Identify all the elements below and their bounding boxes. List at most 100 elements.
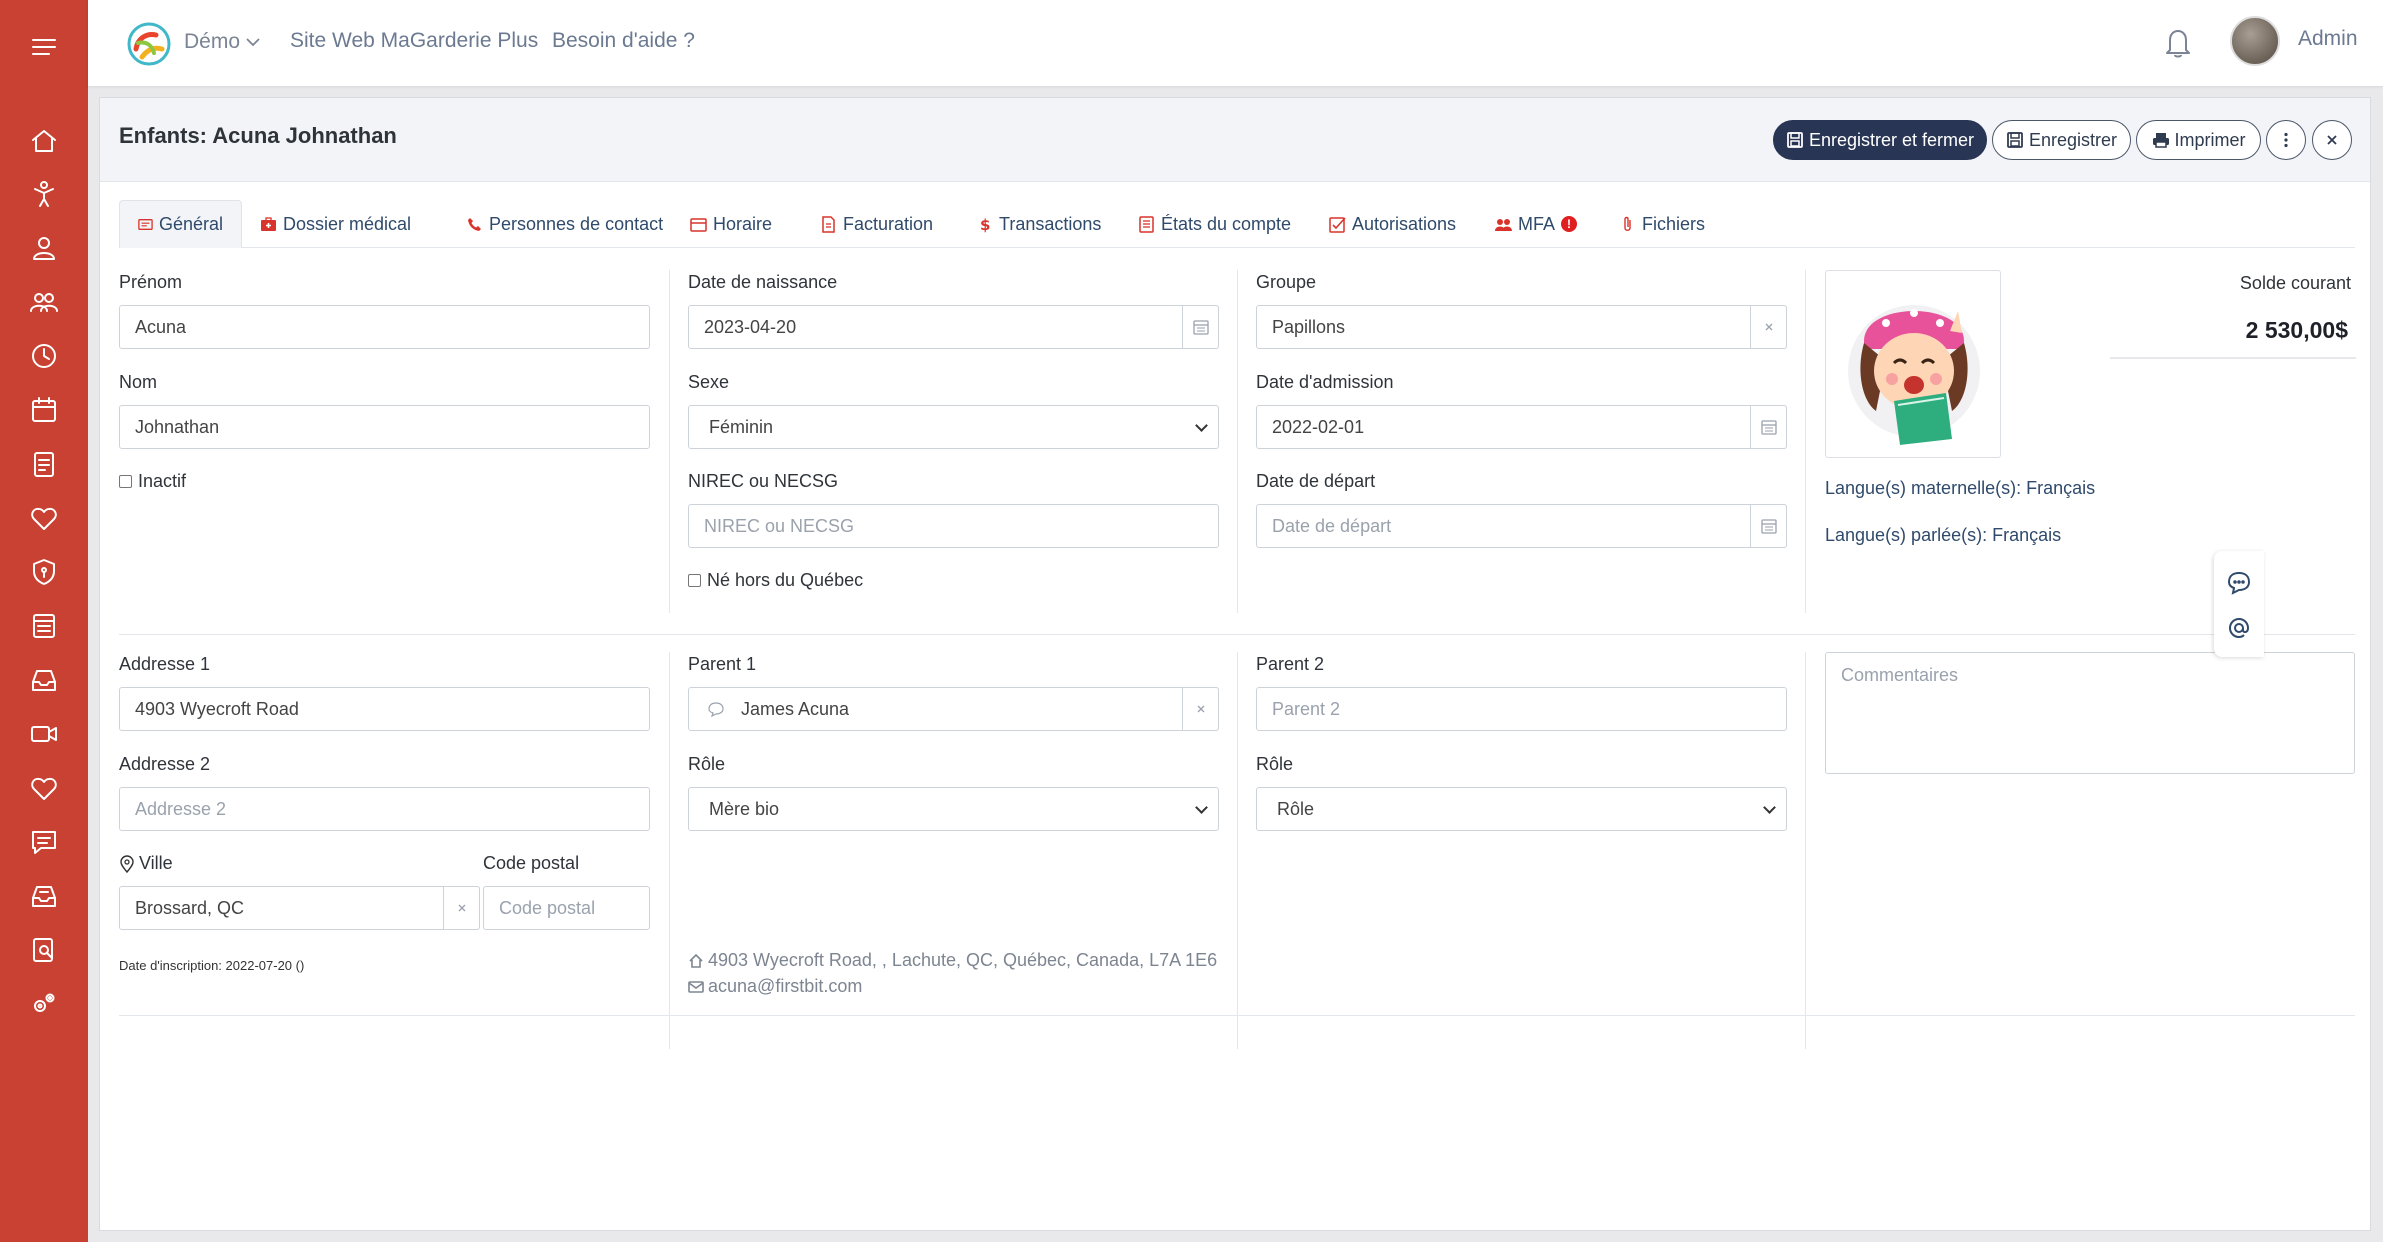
heart-icon[interactable]: [0, 498, 88, 538]
close-icon: [1197, 705, 1204, 713]
adresse1-label: Addresse 1: [119, 654, 211, 674]
adresse1-input[interactable]: 4903 Wyecroft Road: [119, 687, 650, 731]
parent1-label: Parent 1: [688, 654, 757, 674]
groupe-input[interactable]: Papillons: [1256, 305, 1787, 349]
printer-icon: [2152, 133, 2169, 148]
inactif-label: Inactif: [138, 471, 187, 491]
prenom-input[interactable]: Acuna: [119, 305, 650, 349]
at-sign-icon[interactable]: [2226, 615, 2252, 641]
calendar-picker-button[interactable]: [1750, 405, 1787, 449]
role2-label: Rôle: [1256, 754, 1294, 774]
document-search-icon[interactable]: [0, 930, 88, 970]
group-icon[interactable]: [0, 282, 88, 322]
clear-button[interactable]: [443, 886, 480, 930]
langue-maternelle-link[interactable]: Langue(s) maternelle(s): Français: [1825, 478, 2095, 499]
calendar-icon: [1192, 320, 1209, 335]
tab-transactions[interactable]: $ Transactions: [958, 200, 1119, 248]
demo-label: Démo: [184, 30, 241, 53]
checkbox-box[interactable]: [688, 574, 701, 587]
divider: [669, 652, 670, 1049]
inactif-checkbox[interactable]: Inactif: [119, 471, 186, 492]
logo-icon[interactable]: [124, 19, 174, 69]
inbox-icon[interactable]: [0, 660, 88, 700]
nom-input[interactable]: Johnathan: [119, 405, 650, 449]
tab-mfa[interactable]: MFA !: [1477, 200, 1595, 248]
message-icon[interactable]: [0, 822, 88, 862]
save-close-button[interactable]: Enregistrer et fermer: [1773, 120, 1987, 160]
settings-icon[interactable]: [0, 984, 88, 1024]
child-photo[interactable]: [1825, 270, 2001, 458]
map-pin-icon: [120, 854, 134, 873]
print-button[interactable]: Imprimer: [2136, 120, 2261, 160]
clear-button[interactable]: [1750, 305, 1787, 349]
adresse2-input[interactable]: Addresse 2: [119, 787, 650, 831]
nom-label: Nom: [119, 372, 158, 392]
bell-icon[interactable]: [2162, 26, 2194, 60]
parent1-value: James Acuna: [741, 698, 850, 719]
menu-icon[interactable]: [0, 27, 88, 67]
tab-personnes-contact[interactable]: Personnes de contact: [448, 200, 681, 248]
dollar-icon: $: [980, 216, 990, 233]
avatar[interactable]: [2230, 16, 2280, 66]
user-name[interactable]: Admin: [2298, 27, 2358, 51]
archive-icon[interactable]: [0, 876, 88, 916]
shield-icon[interactable]: [0, 552, 88, 592]
admission-input[interactable]: 2022-02-01: [1256, 405, 1787, 449]
list-icon[interactable]: [0, 606, 88, 646]
nirec-input[interactable]: NIREC ou NECSG: [688, 504, 1219, 548]
parent1-email-text[interactable]: acuna@firstbit.com: [708, 976, 862, 997]
tab-fichiers[interactable]: Fichiers: [1601, 200, 1723, 248]
ville-input[interactable]: Brossard, QC: [119, 886, 480, 930]
depart-label: Date de départ: [1256, 471, 1376, 491]
comments-textarea[interactable]: Commentaires: [1825, 652, 2355, 774]
save-button[interactable]: Enregistrer: [1992, 120, 2131, 160]
home-icon[interactable]: [0, 121, 88, 161]
chat-bubble-icon: [708, 702, 724, 717]
depart-placeholder: Date de départ: [1272, 515, 1392, 536]
child-icon[interactable]: [0, 174, 88, 214]
tab-label: Autorisations: [1352, 213, 1457, 234]
more-options-button[interactable]: [2266, 120, 2306, 160]
video-icon[interactable]: [0, 714, 88, 754]
tab-label: Transactions: [999, 213, 1102, 234]
medical-kit-icon: [261, 216, 276, 231]
statement-icon: [1139, 215, 1154, 233]
tab-general[interactable]: Général: [119, 200, 242, 248]
hors-quebec-checkbox[interactable]: Né hors du Québec: [688, 570, 863, 591]
langue-parlee-link[interactable]: Langue(s) parlée(s): Français: [1825, 525, 2061, 546]
chat-icon[interactable]: [2226, 569, 2252, 595]
tab-etats-compte[interactable]: États du compte: [1120, 200, 1309, 248]
clear-button[interactable]: [1182, 687, 1219, 731]
tab-autorisations[interactable]: Autorisations: [1311, 200, 1474, 248]
clock-icon[interactable]: [0, 336, 88, 376]
naissance-input[interactable]: 2023-04-20: [688, 305, 1219, 349]
tab-dossier-medical[interactable]: Dossier médical: [242, 200, 429, 248]
site-web-link[interactable]: Site Web MaGarderie Plus: [290, 29, 538, 53]
tab-label: Facturation: [843, 213, 934, 234]
depart-input[interactable]: Date de départ: [1256, 504, 1787, 548]
tab-facturation[interactable]: Facturation: [802, 200, 951, 248]
sexe-select[interactable]: Féminin: [688, 405, 1219, 449]
help-link[interactable]: Besoin d'aide ?: [552, 29, 695, 53]
person-icon[interactable]: [0, 228, 88, 268]
tab-horaire[interactable]: Horaire: [672, 200, 790, 248]
close-button[interactable]: [2312, 120, 2352, 160]
checkbox-box[interactable]: [119, 475, 132, 488]
report-icon[interactable]: [0, 444, 88, 484]
parent1-input[interactable]: James Acuna: [688, 687, 1219, 731]
floating-actions: [2214, 551, 2264, 657]
role1-select[interactable]: Mère bio: [688, 787, 1219, 831]
calendar-picker-button[interactable]: [1750, 504, 1787, 548]
ville-value: Brossard, QC: [135, 897, 245, 918]
checkbox-icon: [1329, 216, 1346, 233]
groupe-label: Groupe: [1256, 272, 1317, 292]
demo-dropdown[interactable]: Démo: [184, 30, 260, 54]
parent2-input[interactable]: Parent 2: [1256, 687, 1787, 731]
role2-select[interactable]: Rôle: [1256, 787, 1787, 831]
heart-outline-icon[interactable]: [0, 768, 88, 808]
calendar-picker-button[interactable]: [1182, 305, 1219, 349]
calendar-icon[interactable]: [0, 390, 88, 430]
code-postal-input[interactable]: Code postal: [483, 886, 650, 930]
divider: [1805, 652, 1806, 1049]
code-postal-label: Code postal: [483, 853, 580, 873]
